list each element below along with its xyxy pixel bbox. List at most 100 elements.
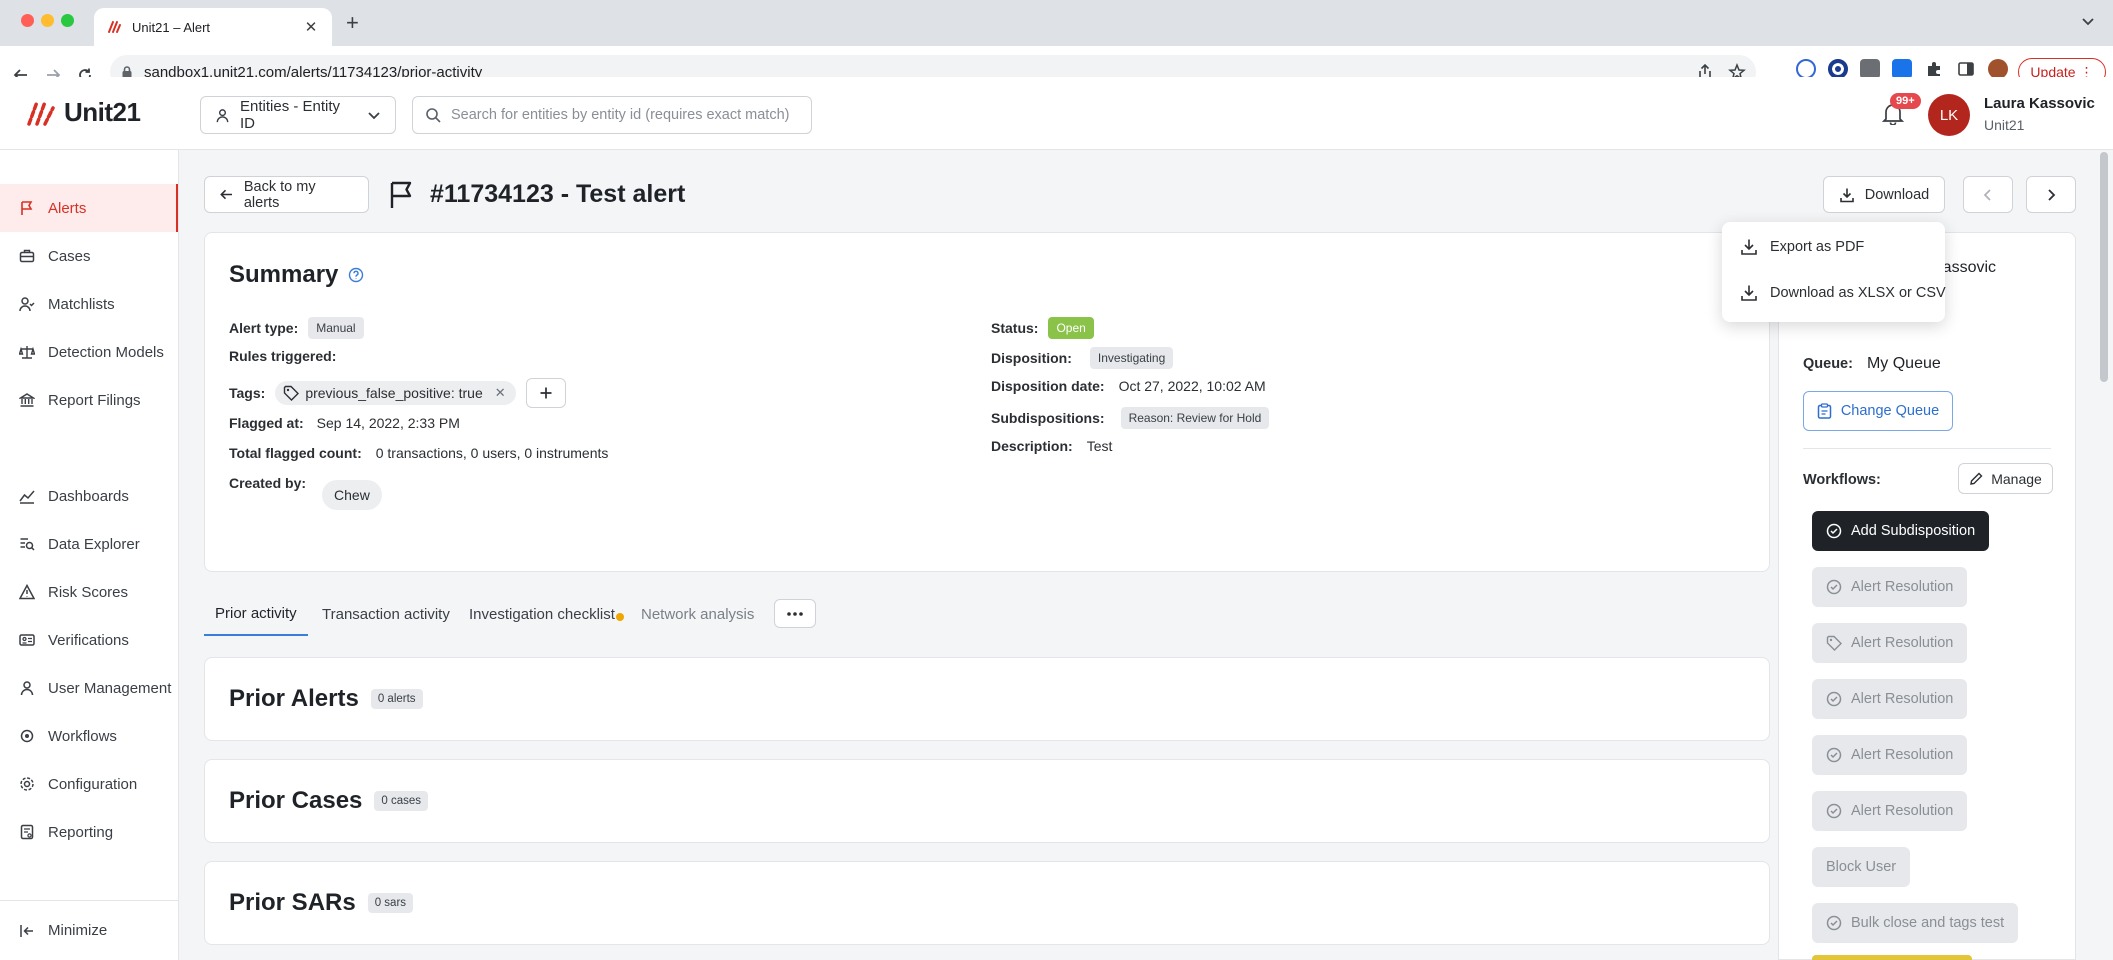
workflow-alert-resolution-button[interactable]: Alert Resolution <box>1812 623 1968 663</box>
sidebar-minimize-label: Minimize <box>48 922 108 939</box>
sidebar-item-label: Workflows <box>48 727 117 745</box>
sidebar-item-user-management[interactable]: User Management <box>0 664 178 712</box>
profile-avatar-icon[interactable] <box>1988 59 2008 79</box>
prior-cases-section[interactable]: Prior Cases 0 cases <box>204 759 1770 843</box>
manage-workflows-button[interactable]: Manage <box>1958 463 2053 494</box>
clipboard-icon <box>1817 403 1832 419</box>
browser-tab[interactable]: Unit21 – Alert ✕ <box>94 8 332 46</box>
plus-icon <box>540 387 552 399</box>
workflow-label: Alert Resolution <box>1851 691 1954 707</box>
back-button-label: Back to my alerts <box>243 178 316 211</box>
download-extension-icon[interactable] <box>1892 59 1912 79</box>
browser-tab-strip: Unit21 – Alert ✕ + <box>0 0 2113 46</box>
tag-chip[interactable]: previous_false_positive: true ✕ <box>275 381 516 405</box>
entity-search-input[interactable]: Search for entities by entity id (requir… <box>412 96 812 134</box>
logo-text: Unit21 <box>64 97 141 127</box>
tag-chip-label: previous_false_positive: true <box>305 385 483 401</box>
sidebar-item-configuration[interactable]: Configuration <box>0 760 178 808</box>
disposition-label: Disposition: <box>991 350 1072 366</box>
menu-item-label: Download as XLSX or CSV <box>1770 285 1946 301</box>
workflow-block-user-button[interactable]: Block User <box>1812 847 1911 887</box>
tab-network-analysis[interactable]: Network analysis <box>641 592 754 636</box>
page-scrollbar[interactable] <box>2100 152 2108 382</box>
avatar[interactable]: LK <box>1928 94 1970 136</box>
puzzle-extensions-icon[interactable] <box>1924 59 1944 79</box>
workflow-alert-resolution-button[interactable]: Alert Resolution <box>1812 735 1968 775</box>
sidebar-item-cases[interactable]: Cases <box>0 232 178 280</box>
close-tab-icon[interactable]: ✕ <box>302 18 320 36</box>
total-flagged-label: Total flagged count: <box>229 445 362 461</box>
check-circle-icon <box>1826 803 1842 819</box>
workflow-alert-resolution-button[interactable]: Alert Resolution <box>1812 567 1968 607</box>
prior-sars-section[interactable]: Prior SARs 0 sars <box>204 861 1770 945</box>
chevron-down-icon[interactable] <box>2081 14 2095 28</box>
window-close-button[interactable] <box>21 14 34 27</box>
workflow-label: Alert Resolution <box>1851 579 1954 595</box>
check-circle-icon <box>1826 691 1842 707</box>
total-flagged-field: Total flagged count: 0 transactions, 0 u… <box>229 445 608 461</box>
unit21-logo[interactable]: Unit21 <box>26 97 141 128</box>
workflow-bulk-close-button[interactable]: Bulk close and tags test <box>1812 903 2019 943</box>
warning-icon <box>19 584 35 600</box>
sidebar-minimize[interactable]: Minimize <box>0 900 178 960</box>
page-title: #11734123 - Test alert <box>430 180 686 208</box>
sidebar-item-detection-models[interactable]: Detection Models <box>0 328 178 376</box>
next-alert-button[interactable] <box>2026 176 2076 213</box>
circle-extension-icon[interactable] <box>1828 59 1848 79</box>
download-icon <box>1839 188 1854 202</box>
remove-tag-icon[interactable]: ✕ <box>495 385 506 401</box>
entity-type-select[interactable]: Entities - Entity ID <box>200 96 396 134</box>
notification-badge: 99+ <box>1890 93 1921 109</box>
tab-transaction-activity[interactable]: Transaction activity <box>322 592 450 636</box>
tab-investigation-checklist[interactable]: Investigation checklist <box>469 592 624 636</box>
section-title: Prior SARs <box>229 889 356 916</box>
grey-extension-icon[interactable] <box>1860 59 1880 79</box>
sidebar-item-dashboards[interactable]: Dashboards <box>0 472 178 520</box>
sidebar-item-reporting[interactable]: Reporting <box>0 808 178 856</box>
disposition-date-label: Disposition date: <box>991 378 1105 394</box>
window-minimize-button[interactable] <box>41 14 54 27</box>
sidebar-item-verifications[interactable]: Verifications <box>0 616 178 664</box>
download-button[interactable]: Download <box>1823 176 1945 213</box>
workflow-button-partial[interactable] <box>1812 955 1972 960</box>
previous-alert-button[interactable] <box>1963 176 2013 213</box>
menu-item-download-xlsx-csv[interactable]: Download as XLSX or CSV <box>1740 281 1946 305</box>
menu-item-export-pdf[interactable]: Export as PDF <box>1740 235 1864 259</box>
download-icon <box>1741 285 1757 301</box>
sidebar-item-label: Data Explorer <box>48 535 140 553</box>
new-tab-icon[interactable]: + <box>346 12 359 34</box>
sidebar: Alerts Cases Matchlists Detection Models… <box>0 150 179 960</box>
sidebar-item-matchlists[interactable]: Matchlists <box>0 280 178 328</box>
sidebar-item-alerts[interactable]: Alerts <box>0 184 178 232</box>
sidebar-toggle-icon[interactable] <box>1956 59 1976 79</box>
sidebar-item-data-explorer[interactable]: Data Explorer <box>0 520 178 568</box>
subdispositions-field: Subdispositions: Reason: Review for Hold <box>991 407 1270 429</box>
sidebar-item-risk-scores[interactable]: Risk Scores <box>0 568 178 616</box>
more-tabs-button[interactable] <box>774 599 816 628</box>
summary-title: Summary <box>229 261 339 288</box>
workflow-alert-resolution-button[interactable]: Alert Resolution <box>1812 791 1968 831</box>
window-zoom-button[interactable] <box>61 14 74 27</box>
download-menu: Export as PDF Download as XLSX or CSV <box>1722 222 1946 322</box>
sidebar-item-report-filings[interactable]: Report Filings <box>0 376 178 424</box>
add-tag-button[interactable] <box>525 378 566 408</box>
status-label: Status: <box>991 320 1039 336</box>
prior-alerts-section[interactable]: Prior Alerts 0 alerts <box>204 657 1770 741</box>
alert-type-field: Alert type: Manual <box>229 317 364 339</box>
workflows-label: Workflows: <box>1803 472 1881 488</box>
password-extension-icon[interactable] <box>1796 59 1816 79</box>
summary-card: Summary Alert type: Manual Rules trigger… <box>204 232 1770 572</box>
tab-label: Network analysis <box>641 605 755 623</box>
sidebar-item-workflows[interactable]: Workflows <box>0 712 178 760</box>
help-icon[interactable] <box>348 267 364 283</box>
subdispositions-label: Subdispositions: <box>991 410 1105 426</box>
change-queue-button[interactable]: Change Queue <box>1803 391 1953 431</box>
created-by-chip[interactable]: Chew <box>322 480 382 510</box>
entity-select-label: Entities - Entity ID <box>240 98 341 132</box>
search-icon <box>426 108 441 123</box>
workflow-alert-resolution-button[interactable]: Alert Resolution <box>1812 679 1968 719</box>
workflow-add-subdisposition-button[interactable]: Add Subdisposition <box>1812 511 1990 551</box>
tab-prior-activity[interactable]: Prior activity <box>204 592 308 636</box>
user-name[interactable]: Laura Kassovic <box>1984 95 2095 112</box>
back-to-alerts-button[interactable]: Back to my alerts <box>204 176 369 213</box>
